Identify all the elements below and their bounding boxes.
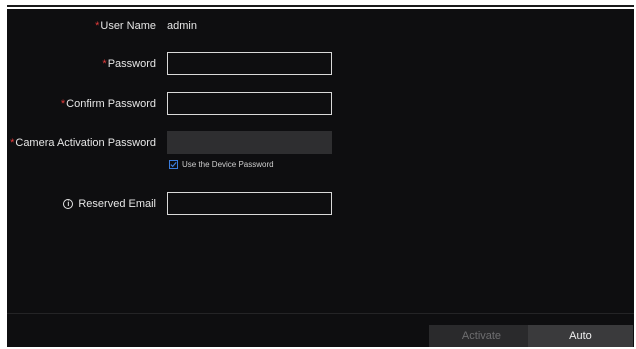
username-row: * User Name admin (7, 14, 634, 38)
username-label-wrap: * User Name (7, 14, 156, 38)
required-mark: * (10, 137, 15, 149)
info-icon: i (63, 199, 74, 209)
password-field[interactable] (167, 52, 332, 75)
required-mark: * (95, 20, 100, 32)
confirm-password-label-wrap: * Confirm Password (7, 92, 156, 116)
password-label: Password (107, 58, 156, 70)
use-device-password-checkbox[interactable] (169, 160, 178, 169)
reserved-email-field[interactable] (167, 192, 332, 215)
password-label-wrap: * Password (7, 52, 156, 76)
use-device-password-label: Use the Device Password (182, 160, 274, 169)
password-row: * Password (7, 52, 634, 76)
activation-dialog: * User Name admin * Password * Confirm P… (7, 5, 634, 347)
required-mark: * (102, 58, 107, 70)
activate-button[interactable]: Activate (429, 325, 534, 347)
camera-activation-password-field (167, 131, 332, 154)
reserved-email-row: i Reserved Email (7, 192, 634, 216)
confirm-password-field[interactable] (167, 92, 332, 115)
reserved-email-label-wrap: i Reserved Email (7, 192, 156, 216)
required-mark: * (60, 98, 66, 110)
footer-divider (7, 313, 634, 314)
checkmark-icon (170, 162, 177, 168)
camera-activation-password-label: Camera Activation Password (15, 137, 156, 149)
confirm-password-label: Confirm Password (66, 98, 156, 110)
username-label: User Name (100, 20, 156, 32)
reserved-email-label: Reserved Email (78, 198, 156, 210)
auto-button[interactable]: Auto (528, 325, 633, 347)
camera-activation-label-wrap: * Camera Activation Password (7, 131, 156, 155)
use-device-password-option[interactable]: Use the Device Password (169, 160, 274, 169)
confirm-password-row: * Confirm Password (7, 92, 634, 116)
username-value: admin (167, 20, 197, 32)
camera-activation-password-row: * Camera Activation Password (7, 131, 634, 155)
